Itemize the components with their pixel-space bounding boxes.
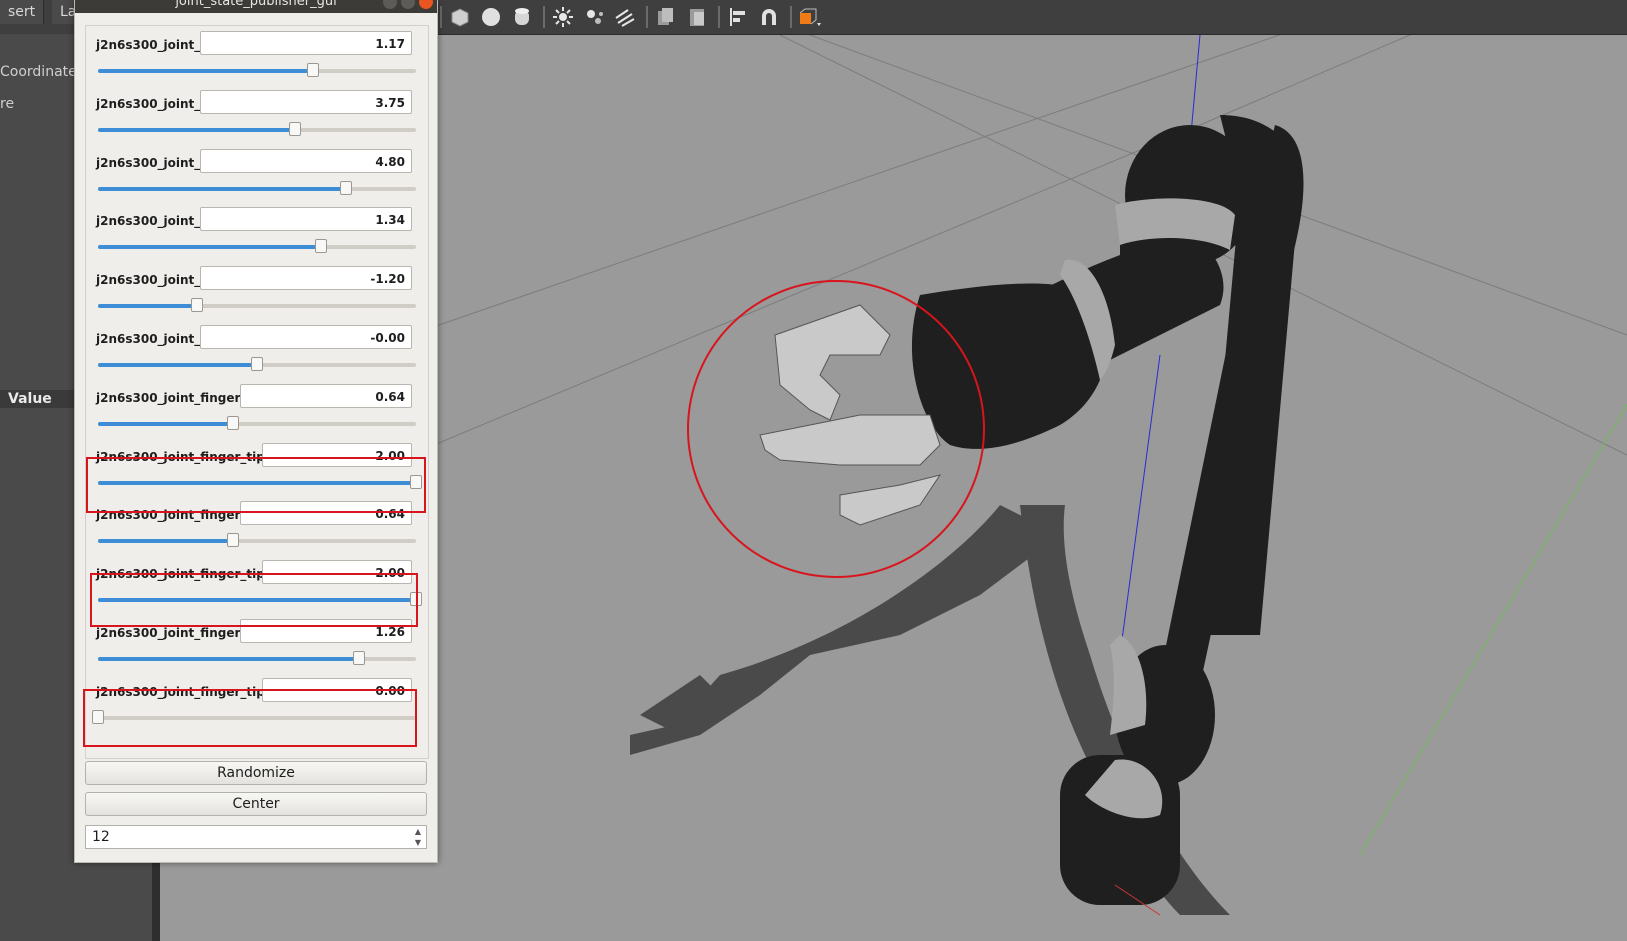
joint-value-field[interactable]: 0.64 bbox=[240, 383, 412, 408]
slider-fill bbox=[98, 304, 197, 309]
spin-up-icon[interactable]: ▲ bbox=[412, 826, 424, 837]
magnet-icon[interactable] bbox=[755, 3, 783, 31]
slider-fill bbox=[98, 657, 359, 661]
joint-row: j2n6s300_joint_3 4.80 bbox=[86, 146, 428, 205]
toolbar-icon-group bbox=[436, 2, 827, 32]
joint-list: j2n6s300_joint_1 1.17 j2n6s300_joint_2 3.75… bbox=[85, 25, 429, 759]
joint-row: j2n6s300_joint_finger_1 0.64 bbox=[86, 381, 428, 440]
joint-row: j2n6s300_joint_5 -1.20 bbox=[86, 263, 428, 322]
align-icon[interactable] bbox=[724, 3, 752, 31]
joint-value-field[interactable]: 1.34 bbox=[200, 207, 412, 232]
joint-name-label: j2n6s300_joint_finger_3 bbox=[96, 626, 255, 640]
cylinder-icon[interactable] bbox=[508, 3, 536, 31]
slider-handle[interactable] bbox=[251, 357, 263, 371]
slider-fill bbox=[98, 363, 257, 367]
directional-light-icon[interactable] bbox=[611, 3, 639, 31]
joint-slider[interactable] bbox=[98, 415, 416, 430]
slider-fill bbox=[98, 421, 234, 426]
sun-light-icon[interactable] bbox=[549, 3, 577, 31]
joint-name-label: j2n6s300_joint_5 bbox=[96, 273, 209, 288]
highlight-box-finger-tip-3 bbox=[83, 689, 417, 747]
slider-fill bbox=[98, 127, 296, 132]
toolbar-separator bbox=[718, 6, 720, 28]
joint-row: j2n6s300_joint_4 1.34 bbox=[86, 204, 428, 263]
slider-fill bbox=[98, 539, 234, 544]
joint-name-label: j2n6s300_joint_6 bbox=[96, 332, 209, 346]
joint-slider[interactable] bbox=[98, 298, 416, 313]
property-label: re bbox=[0, 96, 15, 112]
joint-value-field[interactable]: 1.17 bbox=[200, 31, 412, 55]
slider-handle[interactable] bbox=[227, 415, 240, 430]
joint-row: j2n6s300_joint_1 1.17 bbox=[86, 28, 428, 87]
joint-slider[interactable] bbox=[98, 180, 416, 195]
joint-name-label: j2n6s300_joint_3 bbox=[96, 155, 209, 170]
toolbar-separator bbox=[440, 6, 442, 28]
joint-name-label: j2n6s300_joint_2 bbox=[96, 96, 209, 111]
slider-handle[interactable] bbox=[314, 239, 327, 254]
joint-slider[interactable] bbox=[98, 533, 416, 548]
slider-handle[interactable] bbox=[352, 651, 365, 665]
slider-fill bbox=[98, 69, 313, 73]
joint-row: j2n6s300_joint_6 -0.00 bbox=[86, 322, 428, 381]
toolbar-separator bbox=[790, 6, 792, 28]
joint-value-field[interactable]: -0.00 bbox=[200, 325, 412, 349]
joint-slider[interactable] bbox=[98, 357, 416, 371]
center-button[interactable]: Center bbox=[85, 792, 427, 816]
joint-value-field[interactable]: 3.75 bbox=[200, 89, 412, 114]
slider-handle[interactable] bbox=[306, 63, 319, 77]
spinbox-value: 12 bbox=[92, 829, 110, 845]
spin-down-icon[interactable]: ▼ bbox=[412, 837, 424, 848]
coordinates-label: Coordinates bbox=[0, 64, 85, 80]
randomize-button[interactable]: Randomize bbox=[85, 761, 427, 785]
toolbar-separator bbox=[543, 6, 545, 28]
joint-slider[interactable] bbox=[98, 121, 416, 136]
slider-fill bbox=[98, 186, 347, 191]
joint-name-label: j2n6s300_joint_4 bbox=[96, 214, 209, 229]
joint-slider[interactable] bbox=[98, 63, 416, 77]
paste-icon[interactable] bbox=[683, 3, 711, 31]
joint-slider[interactable] bbox=[98, 651, 416, 665]
joint-slider[interactable] bbox=[98, 239, 416, 254]
box-icon[interactable] bbox=[446, 3, 474, 31]
sphere-icon[interactable] bbox=[477, 3, 505, 31]
window-title: joint_state_publisher_gui bbox=[175, 0, 337, 9]
point-light-icon[interactable] bbox=[580, 3, 608, 31]
toolbar-separator bbox=[646, 6, 648, 28]
view-angle-icon[interactable] bbox=[796, 3, 824, 31]
highlight-box-finger-tip-1 bbox=[86, 457, 426, 513]
highlight-box-finger-tip-2 bbox=[90, 573, 418, 627]
joint-value-field[interactable]: 4.80 bbox=[200, 148, 412, 173]
slider-handle[interactable] bbox=[289, 121, 302, 136]
joint-name-label: j2n6s300_joint_1 bbox=[96, 38, 209, 52]
slider-handle[interactable] bbox=[190, 298, 203, 313]
joint-name-label: j2n6s300_joint_finger_1 bbox=[96, 390, 255, 405]
joint-row: j2n6s300_joint_2 3.75 bbox=[86, 87, 428, 146]
joint-value-field[interactable]: -1.20 bbox=[200, 266, 412, 291]
slider-fill bbox=[98, 245, 321, 250]
slider-handle[interactable] bbox=[227, 533, 240, 548]
joint-state-publisher-window: joint_state_publisher_gui j2n6s300_joint… bbox=[74, 0, 438, 863]
menu-tab-insert[interactable]: sert bbox=[0, 0, 45, 24]
joint-count-spinbox[interactable]: 12 ▲ ▼ bbox=[85, 825, 427, 849]
value-column-header[interactable]: Value bbox=[0, 390, 78, 408]
slider-handle[interactable] bbox=[340, 180, 353, 195]
copy-icon[interactable] bbox=[652, 3, 680, 31]
